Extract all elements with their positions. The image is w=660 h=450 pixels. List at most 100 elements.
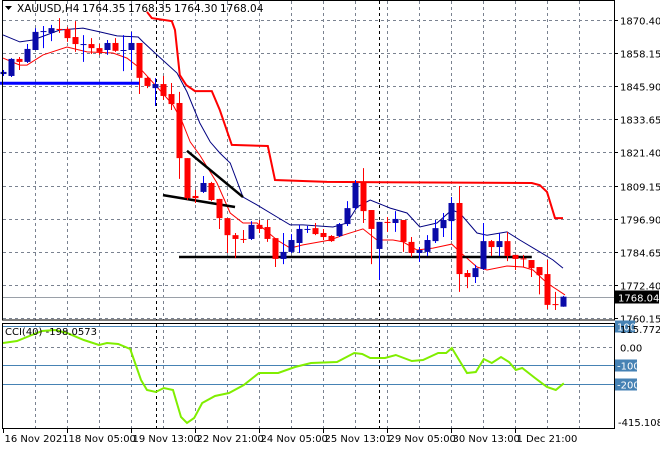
dropdown-triangle-icon[interactable] [5, 6, 12, 10]
cci-scale-min-label: -415.1088 [618, 418, 660, 429]
candle-body [240, 238, 247, 240]
bullish-candle [200, 175, 207, 193]
candle-body [200, 182, 207, 192]
symbol-timeframe: XAUUSD,H4 [17, 3, 80, 15]
bearish-candle [232, 232, 239, 259]
price-tick-label: 1870.40 [620, 17, 660, 28]
candle-body [248, 224, 255, 239]
bearish-candle [72, 21, 79, 52]
bearish-candle [328, 235, 335, 242]
time-tick-label: 19 Nov 13:00 [133, 434, 200, 445]
bearish-candle [208, 181, 215, 202]
price-tick-label: 1809.15 [620, 183, 660, 194]
ohlc-open: 1764.35 [82, 3, 125, 15]
price-tick-label: 1833.65 [620, 116, 660, 127]
candle-body [496, 241, 503, 248]
current-price-label: 1768.04 [618, 294, 659, 305]
candle-body [16, 58, 23, 62]
candle-body [128, 42, 135, 51]
bearish-candle [320, 228, 327, 241]
candle-body [352, 182, 359, 209]
candle-body [552, 304, 559, 306]
candle-body [176, 102, 183, 159]
candle-body [168, 94, 175, 105]
time-tick-label: 30 Nov 13:00 [453, 434, 520, 445]
bullish-candle [480, 222, 487, 271]
candle-body [80, 44, 87, 46]
candle-body [64, 28, 71, 39]
price-chart[interactable]: 1870.40 1858.15 1845.90 1833.65 1821.40 1809.… [0, 0, 660, 450]
candle-body [344, 208, 351, 225]
candle-body [48, 28, 55, 33]
price-tick-label: 1845.90 [620, 83, 660, 94]
cci-scale-max-label: 115.7726 [620, 325, 660, 336]
ohlc-low: 1764.30 [174, 3, 217, 15]
bearish-candle [64, 27, 71, 42]
axes: 1870.40 1858.15 1845.90 1833.65 1821.40 1809.… [2, 0, 660, 445]
bearish-candle [256, 220, 263, 233]
main-panel-frame [2, 0, 615, 321]
candle-body [304, 228, 311, 230]
candle-body [336, 224, 343, 236]
bearish-candle [488, 240, 495, 256]
candle-body [112, 42, 119, 51]
candle-body [456, 202, 463, 275]
candle-body [384, 221, 391, 223]
bearish-candle [264, 220, 271, 242]
candle-body [8, 58, 15, 76]
candle-body [32, 31, 39, 51]
candle-body [296, 228, 303, 243]
candle-body [432, 228, 439, 242]
bullish-candle [560, 295, 567, 307]
moving-average-slow-line [2, 27, 564, 269]
bearish-candle [112, 38, 119, 52]
price-tick-label: 1796.90 [620, 216, 660, 227]
bearish-candle [408, 237, 415, 258]
candle-body [472, 268, 479, 278]
candle-body [520, 258, 527, 260]
candle-body [232, 235, 239, 239]
cci-level-label: -100 [617, 362, 640, 373]
candle-body [400, 220, 407, 242]
bearish-candle [544, 260, 551, 309]
candle-body [440, 220, 447, 229]
candle-body [216, 198, 223, 219]
cci-line [2, 328, 565, 425]
candle-body [360, 182, 367, 212]
bearish-candle [16, 57, 23, 71]
bearish-candle [184, 158, 191, 201]
candle-body [72, 37, 79, 45]
bearish-candle [552, 291, 559, 311]
time-tick-label: 18 Nov 05:00 [69, 434, 136, 445]
candle-body [184, 158, 191, 199]
candle-body [288, 240, 295, 252]
candle-body [544, 274, 551, 305]
candle-body [312, 228, 319, 235]
time-tick-label: 25 Nov 13:01 [325, 434, 392, 445]
bullish-candle [288, 234, 295, 253]
candle-body [0, 71, 7, 75]
cci-level-label: -200 [617, 381, 640, 392]
bearish-candle [536, 267, 543, 295]
candle-body [392, 218, 399, 223]
chart-header: XAUUSD,H4 1764.35 1768.35 1764.30 1768.0… [5, 3, 264, 15]
bullish-candle [0, 70, 7, 76]
cci-label: CCI(40) -198.0573 [5, 327, 97, 338]
candle-body [328, 235, 335, 242]
bearish-candle [224, 218, 231, 253]
candle-body [192, 195, 199, 199]
candle-body [408, 241, 415, 253]
bearish-candle [512, 254, 519, 271]
candle-body [256, 224, 263, 229]
candle-body [536, 267, 543, 276]
bearish-candle [400, 220, 407, 252]
candle-body [152, 84, 159, 89]
candle-body [376, 221, 383, 249]
bullish-candle [32, 28, 39, 51]
candle-body [480, 241, 487, 269]
bullish-candle [152, 78, 159, 106]
bearish-candle [176, 91, 183, 179]
bullish-candle [344, 201, 351, 226]
candle-body [272, 238, 279, 259]
candle-body [40, 31, 47, 33]
